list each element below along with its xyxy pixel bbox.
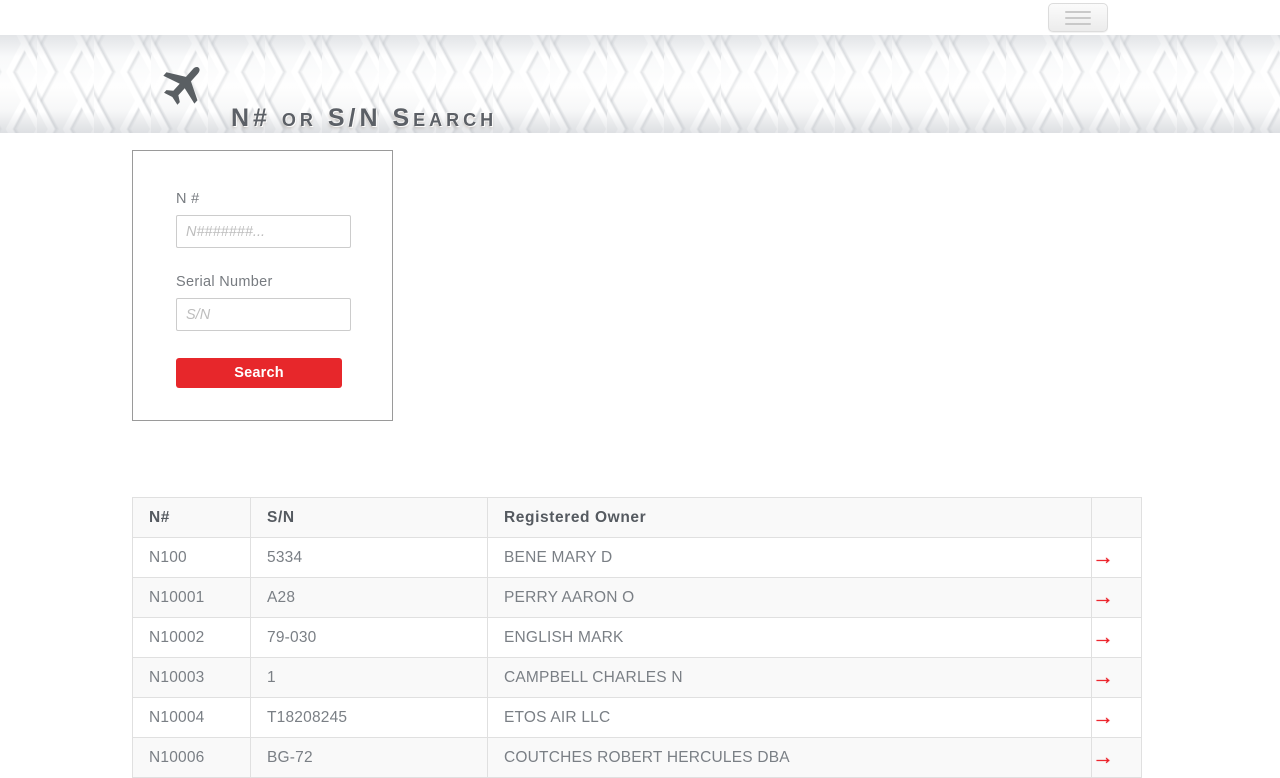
table-header: N# S/N Registered Owner xyxy=(132,497,1142,538)
column-header-n-number[interactable]: N# xyxy=(132,497,251,538)
cell-serial: T18208245 xyxy=(250,697,488,738)
page-header-banner: N# or S/N Search xyxy=(0,35,1280,133)
cell-n-number: N10004 xyxy=(132,697,251,738)
cell-n-number: N10002 xyxy=(132,617,251,658)
cell-serial: 79-030 xyxy=(250,617,488,658)
top-navbar xyxy=(0,0,1280,35)
arrow-right-icon[interactable]: → xyxy=(1092,586,1114,608)
serial-number-label: Serial Number xyxy=(176,274,273,290)
cell-owner: COUTCHES ROBERT HERCULES DBA xyxy=(487,737,1092,778)
cell-action: → xyxy=(1091,617,1142,658)
cell-owner: BENE MARY D xyxy=(487,537,1092,578)
table-body: N100 5334 BENE MARY D → N10001 A28 PERRY AARON… xyxy=(132,537,1142,778)
n-number-label: N # xyxy=(176,191,200,207)
arrow-right-icon[interactable]: → xyxy=(1092,666,1114,688)
cell-action: → xyxy=(1091,657,1142,698)
cell-action: → xyxy=(1091,537,1142,578)
hamburger-bar-3 xyxy=(1065,22,1091,25)
column-header-serial-number[interactable]: S/N xyxy=(250,497,488,538)
cell-n-number: N100 xyxy=(132,537,251,578)
cell-n-number: N10001 xyxy=(132,577,251,618)
cell-serial: BG-72 xyxy=(250,737,488,778)
hamburger-menu-button[interactable] xyxy=(1048,3,1108,32)
table-row[interactable]: N10003 1 CAMPBELL CHARLES N → xyxy=(132,657,1142,698)
arrow-right-icon[interactable]: → xyxy=(1092,626,1114,648)
arrow-right-icon[interactable]: → xyxy=(1092,546,1114,568)
page-title: N# or S/N Search xyxy=(231,104,498,132)
column-header-registered-owner[interactable]: Registered Owner xyxy=(487,497,1092,538)
table-row[interactable]: N10001 A28 PERRY AARON O → xyxy=(132,577,1142,618)
column-header-actions xyxy=(1091,497,1142,538)
cell-owner: CAMPBELL CHARLES N xyxy=(487,657,1092,698)
n-number-input[interactable] xyxy=(176,215,351,248)
table-row[interactable]: N10006 BG-72 COUTCHES ROBERT HERCULES DBA → xyxy=(132,737,1142,778)
hamburger-bar-2 xyxy=(1065,16,1091,19)
cell-action: → xyxy=(1091,737,1142,778)
cell-owner: PERRY AARON O xyxy=(487,577,1092,618)
table-header-row: N# S/N Registered Owner xyxy=(132,497,1142,538)
cell-n-number: N10003 xyxy=(132,657,251,698)
cell-serial: 1 xyxy=(250,657,488,698)
cell-serial: A28 xyxy=(250,577,488,618)
table-row[interactable]: N10002 79-030 ENGLISH MARK → xyxy=(132,617,1142,658)
hamburger-bar-1 xyxy=(1065,10,1091,13)
cell-n-number: N10006 xyxy=(132,737,251,778)
cell-owner: ENGLISH MARK xyxy=(487,617,1092,658)
serial-number-input[interactable] xyxy=(176,298,351,331)
cell-action: → xyxy=(1091,697,1142,738)
arrow-right-icon[interactable]: → xyxy=(1092,706,1114,728)
table-row[interactable]: N10004 T18208245 ETOS AIR LLC → xyxy=(132,697,1142,738)
header-content: N# or S/N Search xyxy=(0,35,1280,133)
airplane-icon xyxy=(163,67,200,105)
search-form-panel: N # Serial Number Search xyxy=(132,150,393,421)
search-button[interactable]: Search xyxy=(176,358,342,388)
cell-action: → xyxy=(1091,577,1142,618)
arrow-right-icon[interactable]: → xyxy=(1092,746,1114,768)
cell-serial: 5334 xyxy=(250,537,488,578)
table-row[interactable]: N100 5334 BENE MARY D → xyxy=(132,537,1142,578)
search-results-table: N# S/N Registered Owner N100 5334 BENE MAR… xyxy=(132,497,1142,778)
cell-owner: ETOS AIR LLC xyxy=(487,697,1092,738)
